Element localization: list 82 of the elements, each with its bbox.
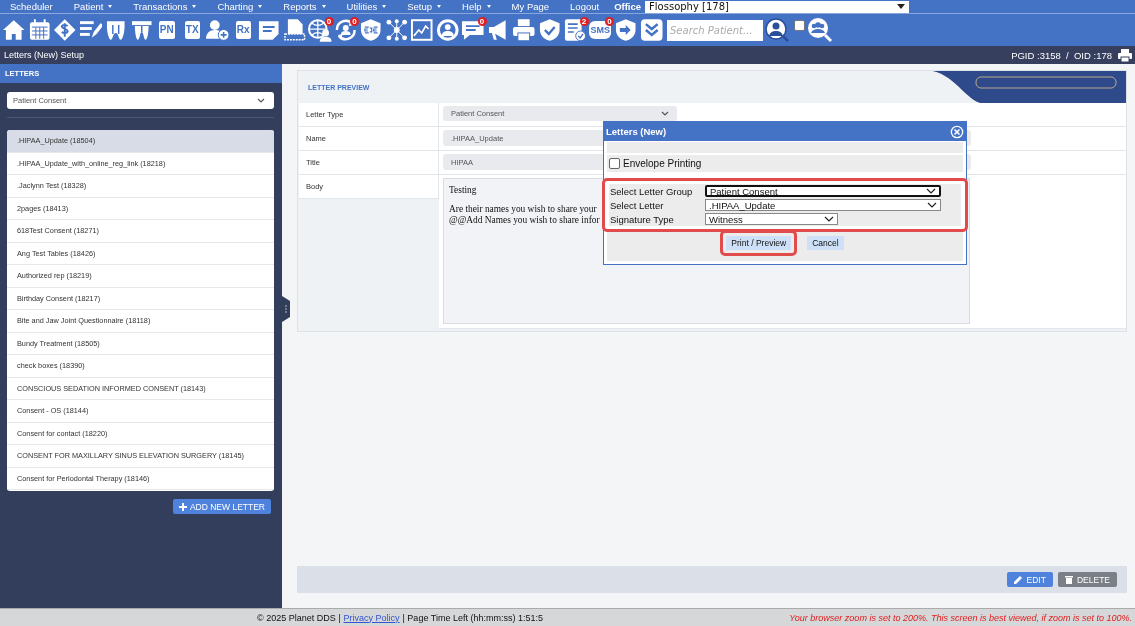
notification-badge: 0	[605, 17, 614, 26]
dropdown[interactable]: Patient Consent	[705, 185, 941, 197]
body-text: Are their names you wish to share your	[449, 204, 597, 215]
menu-item[interactable]: My Page	[511, 1, 550, 12]
edit-button[interactable]: EDIT	[1006, 572, 1053, 587]
chevron-icon	[257, 98, 265, 103]
toolbar-button[interactable]: PN	[158, 21, 175, 39]
notification-badge: 2	[579, 17, 589, 26]
close-icon[interactable]	[950, 124, 964, 139]
printer-icon[interactable]	[512, 18, 536, 42]
dollar-icon[interactable]	[53, 18, 77, 42]
menu-item[interactable]: Charting	[217, 1, 263, 12]
caret-icon	[486, 5, 491, 8]
checkbox[interactable]	[609, 158, 620, 169]
body-text: Testing	[449, 185, 477, 196]
search-field[interactable]: Search Patient...	[667, 19, 763, 41]
field-label: Select Letter Group	[609, 185, 694, 197]
trash-icon	[1064, 575, 1073, 584]
toolbar-button[interactable]: TX	[184, 21, 200, 39]
scanner-icon[interactable]	[282, 18, 306, 42]
copyright-text: © 2025 Planet DDS |	[257, 612, 341, 623]
caret-icon	[258, 5, 263, 8]
menu-item[interactable]: Patient	[73, 1, 113, 12]
caret-icon	[382, 5, 387, 8]
checklist-icon[interactable]	[563, 18, 587, 42]
shield-check-icon[interactable]	[537, 18, 561, 42]
calendar-icon[interactable]	[27, 18, 51, 42]
checkbox[interactable]	[794, 20, 805, 31]
dialog-title: Letters (New)	[606, 126, 667, 137]
body-text: @@Add Names you wish to share infor	[449, 215, 600, 226]
office-select[interactable]: Flossophy [178]	[645, 0, 910, 13]
print-preview-button[interactable]: Print / Preview	[726, 235, 792, 250]
pencil-icon	[1013, 575, 1023, 584]
note-icon[interactable]	[257, 18, 281, 42]
id-label: PGID :3158 / OID :178	[1011, 49, 1112, 61]
notification-badge: 0	[350, 17, 359, 26]
network-icon[interactable]	[384, 18, 408, 42]
chat-icon[interactable]	[461, 18, 485, 42]
dropdown[interactable]: Witness	[705, 213, 838, 225]
home-icon[interactable]	[2, 18, 26, 42]
shield-dollar-icon[interactable]	[359, 18, 383, 42]
menu-item[interactable]: Utilities	[346, 1, 387, 12]
checkbox-label: Envelope Printing	[623, 158, 702, 169]
notification-badge: 0	[324, 17, 334, 26]
cancel-button[interactable]: Cancel	[807, 235, 844, 250]
menu-item[interactable]: Reports	[283, 1, 326, 12]
plus-icon	[178, 502, 187, 511]
caret-icon	[437, 5, 442, 8]
shield-arrow-icon[interactable]	[614, 18, 638, 42]
field-label: Signature Type	[609, 213, 675, 225]
page-title: Letters (New) Setup	[4, 50, 85, 60]
menu-item[interactable]: Setup	[407, 1, 442, 12]
office-label: Office	[614, 1, 642, 12]
menu-item[interactable]: Scheduler	[10, 1, 53, 12]
menu-item[interactable]: Help	[462, 1, 491, 12]
caret-icon	[321, 5, 326, 8]
group-search-icon[interactable]	[807, 17, 833, 43]
chevron-icon	[661, 111, 669, 116]
tooth-icon[interactable]	[129, 18, 153, 42]
timer-text: | Page Time Left (hh:mm:ss) 1:51:5	[402, 612, 543, 623]
menu-item[interactable]: Transactions	[133, 1, 197, 12]
zoom-warning: Your browser zoom is set to 200%. This screen is best viewed, if zoom is set to 100%.	[789, 612, 1132, 623]
line-chart-icon[interactable]	[410, 18, 434, 42]
chevron-icon	[824, 216, 834, 222]
tooth-icon[interactable]	[104, 18, 128, 42]
patient-search-icon[interactable]	[765, 18, 789, 42]
add-letter-button[interactable]: ADD NEW LETTER	[172, 499, 271, 514]
menu-item[interactable]: Logout	[570, 1, 600, 12]
notification-badge: 0	[477, 17, 487, 26]
double-chevron-icon[interactable]	[639, 18, 663, 42]
field-label: Select Letter	[609, 199, 665, 211]
refresh-person-icon[interactable]	[333, 18, 357, 42]
delete-button[interactable]: DELETE	[1057, 572, 1117, 587]
printer-icon[interactable]	[1118, 48, 1132, 62]
dropdown[interactable]: .HIPAA_Update	[705, 199, 941, 211]
caret-icon	[192, 5, 197, 8]
caret-icon	[108, 5, 113, 8]
toolbar-button[interactable]: Rx	[235, 21, 251, 39]
caret-icon	[897, 4, 906, 9]
resize-handle[interactable]	[282, 296, 290, 322]
privacy-policy-link[interactable]: Privacy Policy	[343, 612, 400, 623]
person-add-icon[interactable]	[206, 18, 230, 42]
